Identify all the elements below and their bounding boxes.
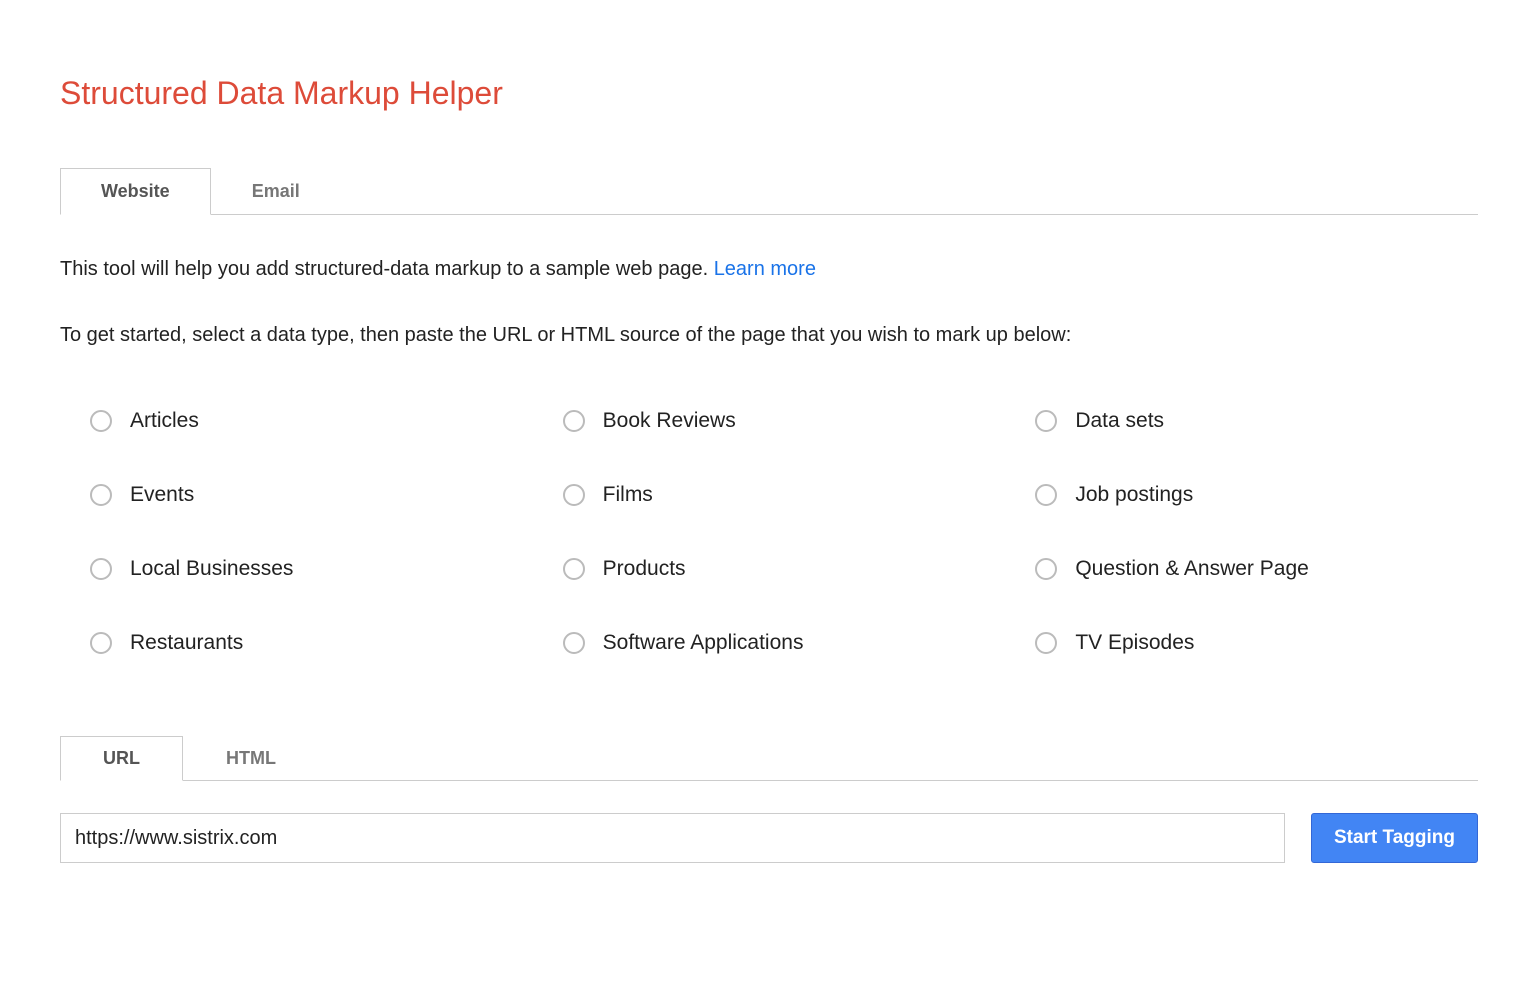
- radio-label: Products: [603, 557, 686, 581]
- radio-software-apps[interactable]: Software Applications: [563, 631, 1006, 655]
- radio-book-reviews[interactable]: Book Reviews: [563, 409, 1006, 433]
- radio-label: Question & Answer Page: [1075, 557, 1308, 581]
- radio-icon: [563, 558, 585, 580]
- tab-html[interactable]: HTML: [183, 736, 319, 781]
- radio-label: Local Businesses: [130, 557, 293, 581]
- radio-label: Job postings: [1075, 483, 1193, 507]
- radio-icon: [563, 632, 585, 654]
- tab-email[interactable]: Email: [211, 168, 341, 215]
- radio-events[interactable]: Events: [90, 483, 533, 507]
- radio-icon: [1035, 632, 1057, 654]
- radio-icon: [1035, 484, 1057, 506]
- radio-tv-episodes[interactable]: TV Episodes: [1035, 631, 1478, 655]
- input-tabs: URL HTML: [60, 735, 1478, 781]
- tab-website[interactable]: Website: [60, 168, 211, 215]
- main-tabs: Website Email: [60, 167, 1478, 215]
- radio-label: TV Episodes: [1075, 631, 1194, 655]
- radio-films[interactable]: Films: [563, 483, 1006, 507]
- radio-restaurants[interactable]: Restaurants: [90, 631, 533, 655]
- radio-label: Software Applications: [603, 631, 804, 655]
- learn-more-link[interactable]: Learn more: [714, 258, 816, 280]
- radio-label: Events: [130, 483, 194, 507]
- radio-label: Films: [603, 483, 653, 507]
- radio-icon: [90, 632, 112, 654]
- radio-label: Articles: [130, 409, 199, 433]
- radio-job-postings[interactable]: Job postings: [1035, 483, 1478, 507]
- url-input[interactable]: [60, 813, 1285, 863]
- radio-icon: [1035, 558, 1057, 580]
- radio-icon: [90, 410, 112, 432]
- subtext: To get started, select a data type, then…: [60, 321, 1478, 349]
- intro-text: This tool will help you add structured-d…: [60, 255, 1478, 283]
- radio-products[interactable]: Products: [563, 557, 1006, 581]
- radio-icon: [90, 558, 112, 580]
- radio-icon: [90, 484, 112, 506]
- start-tagging-button[interactable]: Start Tagging: [1311, 813, 1478, 863]
- radio-label: Restaurants: [130, 631, 243, 655]
- radio-icon: [563, 484, 585, 506]
- page-title: Structured Data Markup Helper: [60, 75, 1478, 112]
- radio-label: Data sets: [1075, 409, 1164, 433]
- radio-label: Book Reviews: [603, 409, 736, 433]
- radio-qa-page[interactable]: Question & Answer Page: [1035, 557, 1478, 581]
- tab-url[interactable]: URL: [60, 736, 183, 781]
- intro-text-body: This tool will help you add structured-d…: [60, 258, 714, 280]
- radio-icon: [563, 410, 585, 432]
- input-row: Start Tagging: [60, 813, 1478, 863]
- data-type-grid: Articles Book Reviews Data sets Events F…: [90, 409, 1478, 655]
- radio-local-businesses[interactable]: Local Businesses: [90, 557, 533, 581]
- radio-icon: [1035, 410, 1057, 432]
- radio-articles[interactable]: Articles: [90, 409, 533, 433]
- radio-data-sets[interactable]: Data sets: [1035, 409, 1478, 433]
